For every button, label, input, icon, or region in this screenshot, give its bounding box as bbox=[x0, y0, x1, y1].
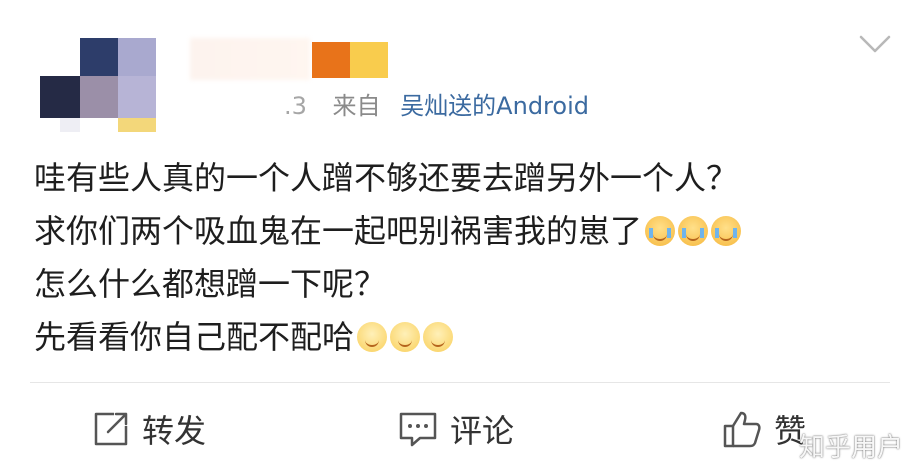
thumbs-up-icon bbox=[722, 409, 762, 449]
avatar[interactable] bbox=[40, 38, 160, 134]
content-line: 求你们两个吸血鬼在一起吧别祸害我的崽了 bbox=[34, 205, 894, 258]
crying-emoji-icon bbox=[711, 216, 742, 246]
post-content: 哇有些人真的一个人蹭不够还要去蹭另外一个人？ 求你们两个吸血鬼在一起吧别祸害我的… bbox=[34, 152, 894, 364]
comment-icon bbox=[398, 410, 438, 448]
divider bbox=[30, 382, 890, 383]
crying-emoji-icon bbox=[645, 216, 676, 246]
smile-emoji-icon bbox=[423, 322, 454, 352]
post-meta: .3 来自 吴灿送的Android bbox=[284, 90, 589, 122]
vip-badge-yellow bbox=[350, 42, 388, 78]
source-link[interactable]: 吴灿送的Android bbox=[400, 92, 589, 120]
crying-emoji-icon bbox=[678, 216, 709, 246]
repost-label: 转发 bbox=[142, 412, 207, 450]
username-redacted[interactable] bbox=[190, 38, 310, 80]
post-time: .3 bbox=[284, 92, 307, 120]
content-line: 怎么什么都想蹭一下呢？ bbox=[34, 265, 387, 303]
content-line: 先看看你自己配不配哈 bbox=[34, 311, 894, 364]
comment-label: 评论 bbox=[450, 412, 515, 450]
like-button[interactable]: 赞 bbox=[722, 404, 806, 454]
smile-emoji-icon bbox=[357, 322, 388, 352]
repost-button[interactable]: 转发 bbox=[92, 404, 206, 454]
share-icon bbox=[92, 410, 130, 448]
content-line: 哇有些人真的一个人蹭不够还要去蹭另外一个人？ bbox=[34, 159, 739, 197]
watermark: 知乎用户 bbox=[798, 433, 903, 463]
comment-button[interactable]: 评论 bbox=[398, 404, 514, 454]
from-label: 来自 bbox=[332, 92, 381, 120]
vip-badge-orange bbox=[312, 42, 350, 78]
smile-emoji-icon bbox=[390, 322, 421, 352]
chevron-down-icon[interactable] bbox=[858, 32, 892, 56]
